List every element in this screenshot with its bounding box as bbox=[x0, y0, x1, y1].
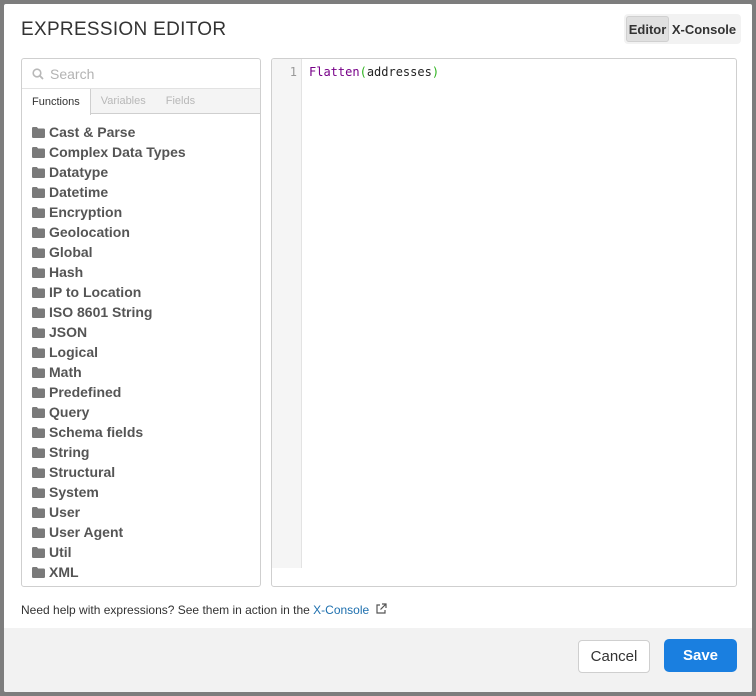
folder-icon bbox=[32, 506, 45, 518]
folder-icon bbox=[32, 426, 45, 438]
category-label: Math bbox=[49, 364, 82, 380]
mode-x-console-button[interactable]: X-Console bbox=[669, 16, 739, 42]
category-label: Datatype bbox=[49, 164, 109, 180]
category-item[interactable]: Datatype bbox=[32, 162, 260, 182]
folder-icon bbox=[32, 186, 45, 198]
category-item[interactable]: Logical bbox=[32, 342, 260, 362]
help-message: Need help with expressions? See them in … bbox=[21, 603, 314, 617]
category-item[interactable]: Query bbox=[32, 402, 260, 422]
category-item[interactable]: Datetime bbox=[32, 182, 260, 202]
folder-icon bbox=[32, 166, 45, 178]
folder-icon bbox=[32, 526, 45, 538]
tab-functions[interactable]: Functions bbox=[22, 89, 91, 115]
code-open-paren: ( bbox=[359, 65, 367, 79]
category-label: IP to Location bbox=[49, 284, 142, 300]
folder-icon bbox=[32, 406, 45, 418]
mode-editor-button[interactable]: Editor bbox=[626, 16, 669, 42]
category-item[interactable]: Util bbox=[32, 542, 260, 562]
category-item[interactable]: Encryption bbox=[32, 202, 260, 222]
dialog-footer: Cancel Save bbox=[4, 628, 752, 692]
category-item[interactable]: IP to Location bbox=[32, 282, 260, 302]
category-label: Schema fields bbox=[49, 424, 144, 440]
folder-icon bbox=[32, 486, 45, 498]
folder-icon bbox=[32, 366, 45, 378]
category-label: JSON bbox=[49, 324, 88, 340]
code-line[interactable]: Flatten(addresses) bbox=[309, 65, 439, 79]
category-item[interactable]: User bbox=[32, 502, 260, 522]
category-label: Datetime bbox=[49, 184, 109, 200]
folder-icon bbox=[32, 266, 45, 278]
mode-toggle: Editor X-Console bbox=[624, 14, 741, 44]
category-item[interactable]: Predefined bbox=[32, 382, 260, 402]
folder-icon bbox=[32, 146, 45, 158]
category-label: System bbox=[49, 484, 99, 500]
tab-variables[interactable]: Variables bbox=[91, 89, 156, 113]
category-label: Logical bbox=[49, 344, 99, 360]
tab-fields[interactable]: Fields bbox=[156, 89, 205, 113]
category-list: Cast & Parse Complex Data Types Datatype Da… bbox=[22, 114, 260, 582]
code-editor[interactable]: 1 Flatten(addresses) bbox=[271, 58, 737, 587]
folder-icon bbox=[32, 326, 45, 338]
code-function-token: Flatten bbox=[309, 65, 360, 79]
search-icon bbox=[32, 67, 44, 80]
category-label: ISO 8601 String bbox=[49, 304, 153, 320]
category-item[interactable]: Hash bbox=[32, 262, 260, 282]
category-item[interactable]: ISO 8601 String bbox=[32, 302, 260, 322]
category-item[interactable]: User Agent bbox=[32, 522, 260, 542]
search-row bbox=[22, 59, 260, 89]
folder-icon bbox=[32, 126, 45, 138]
folder-icon bbox=[32, 566, 45, 578]
category-label: Hash bbox=[49, 264, 84, 280]
line-number: 1 bbox=[289, 65, 297, 79]
category-label: Predefined bbox=[49, 384, 122, 400]
category-item[interactable]: String bbox=[32, 442, 260, 462]
category-label: String bbox=[49, 444, 90, 460]
folder-icon bbox=[32, 226, 45, 238]
category-label: Encryption bbox=[49, 204, 123, 220]
code-argument-token: addresses bbox=[366, 65, 432, 79]
category-item[interactable]: JSON bbox=[32, 322, 260, 342]
folder-icon bbox=[32, 286, 45, 298]
expression-editor-dialog: EXPRESSION EDITOR Editor X-Console Funct… bbox=[4, 4, 752, 692]
dialog-title: EXPRESSION EDITOR bbox=[21, 19, 227, 40]
folder-icon bbox=[32, 206, 45, 218]
folder-icon bbox=[32, 346, 45, 358]
category-label: Structural bbox=[49, 464, 116, 480]
category-item[interactable]: Cast & Parse bbox=[32, 122, 260, 142]
category-label: Cast & Parse bbox=[49, 124, 136, 140]
category-label: User Agent bbox=[49, 524, 124, 540]
category-item[interactable]: System bbox=[32, 482, 260, 502]
category-label: XML bbox=[49, 564, 79, 580]
sidebar-tabs: Functions Variables Fields bbox=[22, 89, 260, 115]
search-input[interactable] bbox=[50, 65, 240, 82]
functions-panel: Functions Variables Fields Cast & ParseC… bbox=[21, 58, 261, 587]
folder-icon bbox=[32, 446, 45, 458]
save-button[interactable]: Save bbox=[664, 639, 737, 672]
category-label: Global bbox=[49, 244, 93, 260]
category-label: Geolocation bbox=[49, 224, 130, 240]
cancel-button[interactable]: Cancel bbox=[578, 640, 650, 673]
category-label: Complex Data Types bbox=[49, 144, 186, 160]
category-item[interactable]: Schema fields bbox=[32, 422, 260, 442]
category-item[interactable]: Complex Data Types bbox=[32, 142, 260, 162]
external-link-icon[interactable] bbox=[375, 603, 387, 615]
category-item[interactable]: Structural bbox=[32, 462, 260, 482]
category-item[interactable]: Global bbox=[32, 242, 260, 262]
category-item[interactable]: Geolocation bbox=[32, 222, 260, 242]
category-item[interactable]: Math bbox=[32, 362, 260, 382]
folder-icon bbox=[32, 246, 45, 258]
code-close-paren: ) bbox=[431, 65, 440, 79]
x-console-link[interactable]: X-Console bbox=[313, 603, 369, 617]
folder-icon bbox=[32, 546, 45, 558]
category-label: Util bbox=[49, 544, 72, 560]
folder-icon bbox=[32, 466, 45, 478]
category-label: Query bbox=[49, 404, 90, 420]
category-item[interactable]: XML bbox=[32, 562, 260, 582]
folder-icon bbox=[32, 306, 45, 318]
folder-icon bbox=[32, 386, 45, 398]
line-gutter: 1 bbox=[272, 59, 302, 568]
help-text: Need help with expressions? See them in … bbox=[21, 603, 387, 617]
category-label: User bbox=[49, 504, 81, 520]
